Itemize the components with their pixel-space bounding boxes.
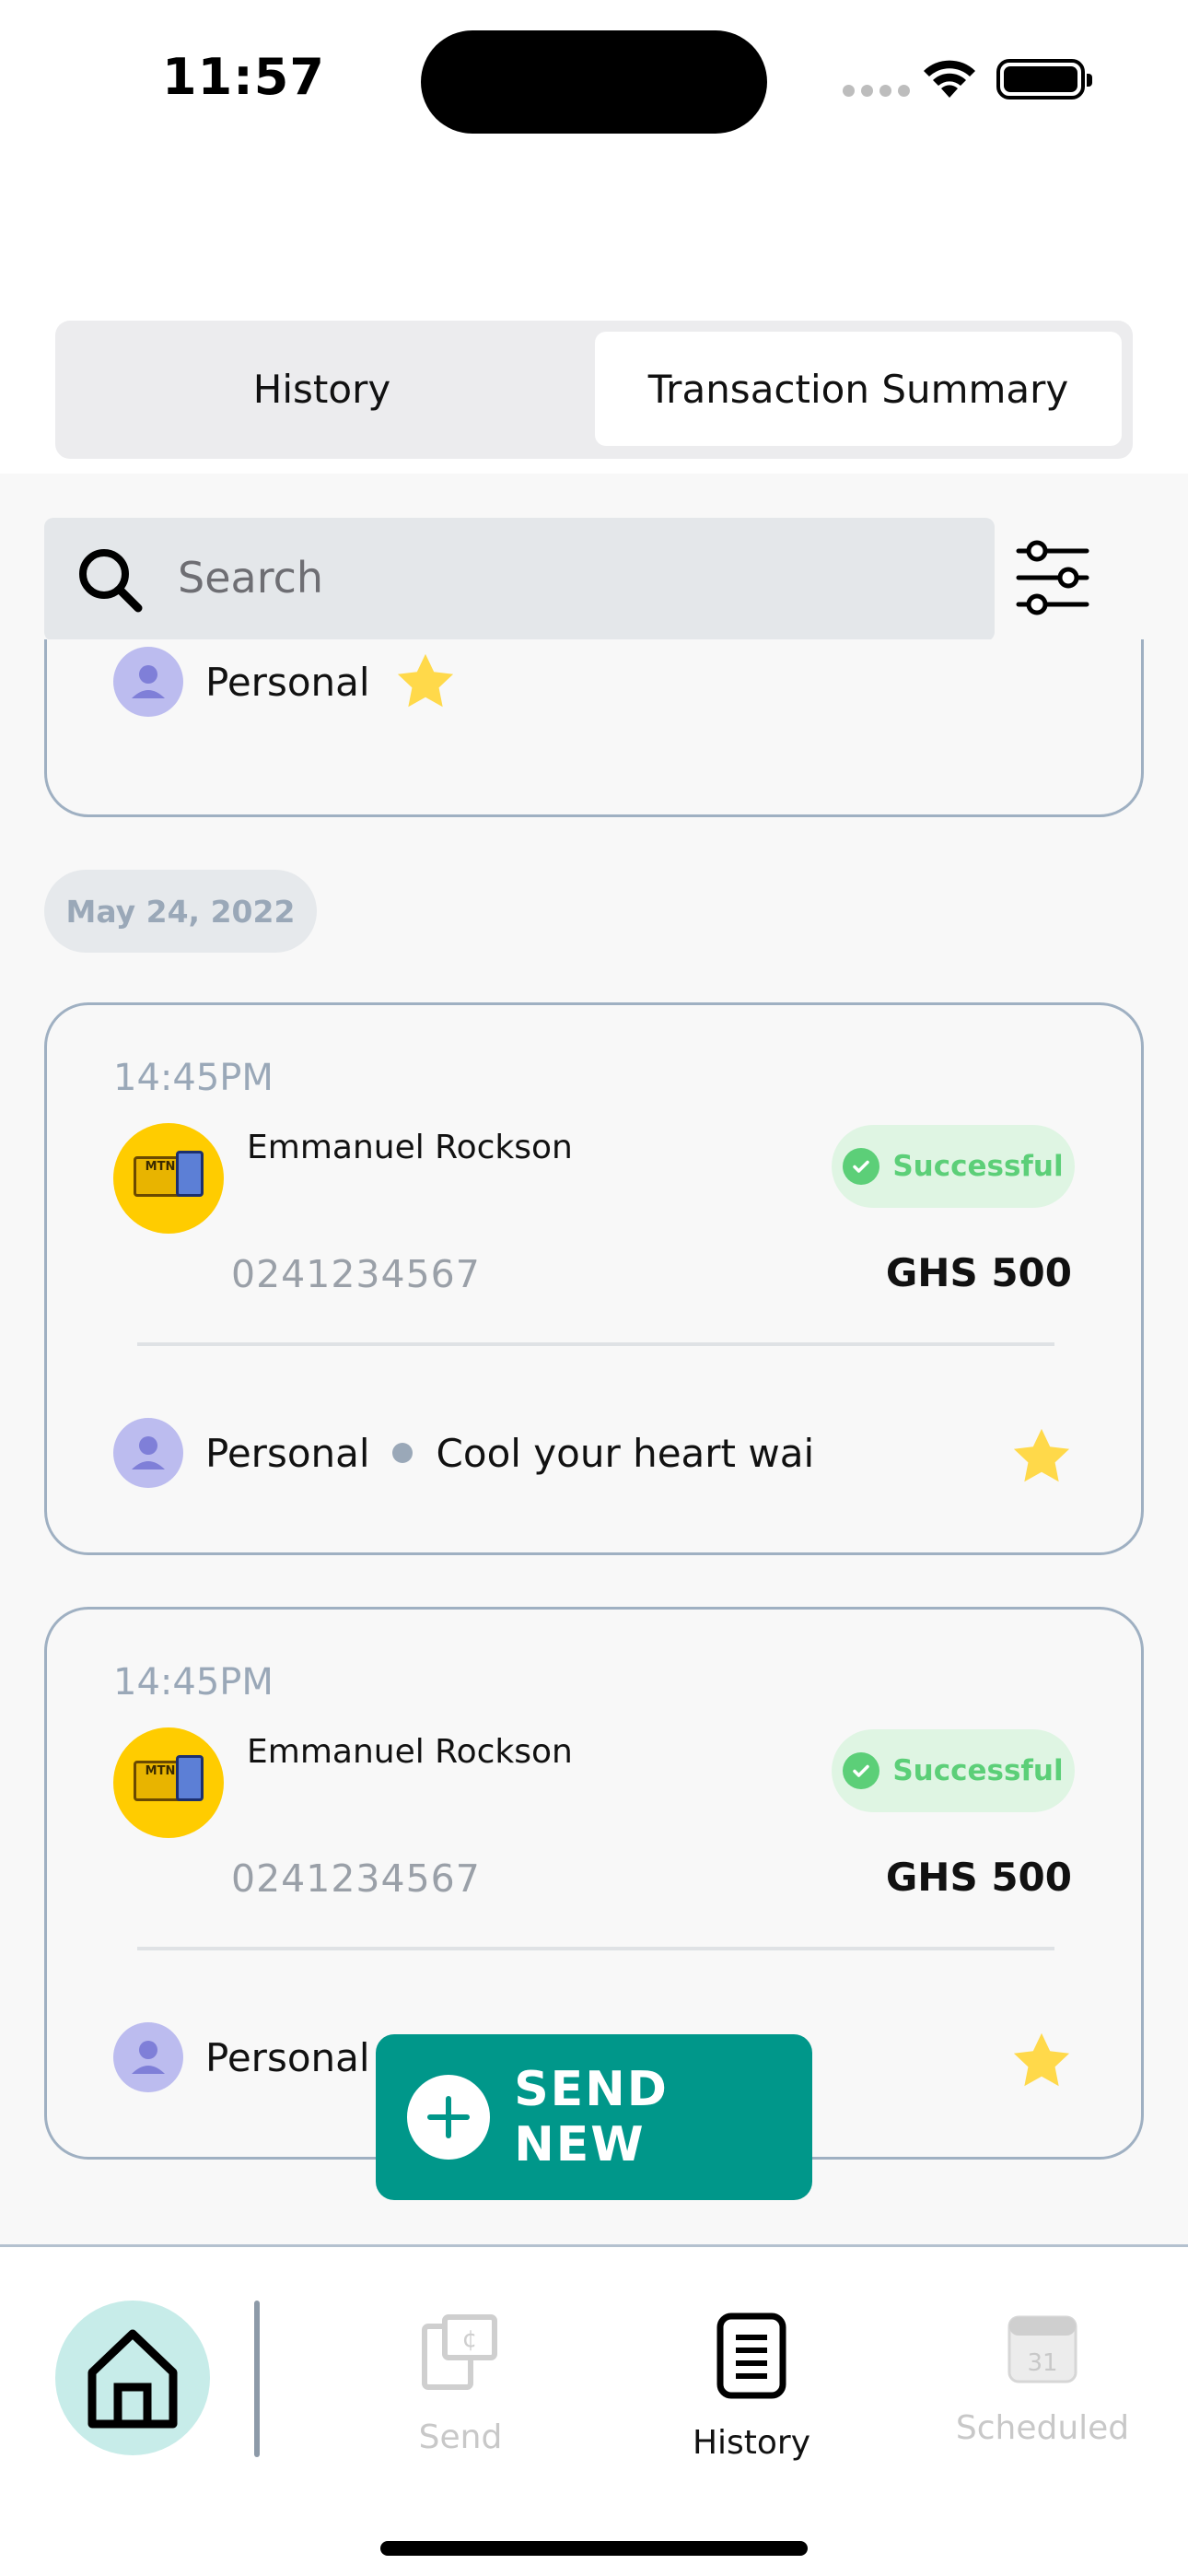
transaction-amount: GHS 500 xyxy=(885,1250,1072,1295)
battery-icon xyxy=(996,59,1092,100)
search-icon xyxy=(79,549,143,613)
transaction-amount: GHS 500 xyxy=(885,1855,1072,1900)
category-label: Personal xyxy=(205,659,370,705)
home-button[interactable] xyxy=(55,2301,210,2455)
check-icon xyxy=(843,1148,880,1185)
dynamic-island xyxy=(421,30,767,134)
card-footer: Personal xyxy=(113,2022,370,2092)
transaction-time: 14:45PM xyxy=(113,1661,274,1704)
recipient-name: Emmanuel Rockson xyxy=(247,1129,573,1166)
nav-item-send[interactable]: ¢ Send xyxy=(359,2312,562,2456)
divider xyxy=(137,1947,1054,1950)
search-input[interactable]: Search xyxy=(44,518,995,641)
recipient-phone: 0241234567 xyxy=(231,1252,481,1296)
svg-text:31: 31 xyxy=(1027,2349,1057,2377)
nav-item-scheduled[interactable]: 31 Scheduled xyxy=(941,2312,1144,2447)
status-bar: 11:57 xyxy=(0,0,1188,157)
status-label: Successful xyxy=(892,1150,1064,1183)
svg-text:¢: ¢ xyxy=(462,2325,478,2353)
status-time: 11:57 xyxy=(162,48,325,106)
search-placeholder: Search xyxy=(178,553,324,603)
transaction-time: 14:45PM xyxy=(113,1057,274,1099)
mtn-logo-icon: MTN xyxy=(113,1123,224,1234)
nav-item-history[interactable]: History xyxy=(650,2312,853,2462)
category-label: Personal xyxy=(205,1430,370,1476)
nav-label: History xyxy=(692,2424,811,2462)
transaction-note: Cool your heart wai xyxy=(436,1430,815,1476)
send-new-button[interactable]: SEND NEW xyxy=(376,2034,812,2200)
transaction-card[interactable]: 14:45PM MTN Emmanuel Rockson Successful … xyxy=(44,1002,1144,1555)
status-label: Successful xyxy=(892,1754,1064,1787)
separator-dot xyxy=(391,1443,413,1463)
nav-label: Scheduled xyxy=(955,2409,1130,2447)
calendar-icon: 31 xyxy=(1007,2315,1077,2383)
tab-history[interactable]: History xyxy=(66,332,577,446)
status-badge: Successful xyxy=(832,1729,1075,1812)
status-badge: Successful xyxy=(832,1125,1075,1208)
star-icon[interactable] xyxy=(390,647,460,717)
star-icon[interactable] xyxy=(1007,2026,1077,2096)
home-icon xyxy=(87,2329,178,2429)
segmented-control: History Transaction Summary xyxy=(55,321,1133,459)
tab-transaction-summary[interactable]: Transaction Summary xyxy=(595,332,1122,446)
nav-label: Send xyxy=(418,2418,503,2456)
wifi-icon xyxy=(924,60,975,98)
person-icon xyxy=(113,2022,183,2092)
nav-separator xyxy=(254,2301,260,2457)
send-new-label: SEND NEW xyxy=(514,2062,669,2172)
recipient-name: Emmanuel Rockson xyxy=(247,1733,573,1771)
transaction-list-area: Search Personal May 24, 2022 14:45PM MTN… xyxy=(0,474,1188,2244)
star-icon[interactable] xyxy=(1007,1422,1077,1492)
person-icon xyxy=(113,647,183,717)
home-indicator xyxy=(380,2541,808,2556)
card-footer: Personal xyxy=(113,647,460,717)
cellular-signal-icon xyxy=(843,85,910,97)
recipient-phone: 0241234567 xyxy=(231,1856,481,1901)
mtn-logo-icon: MTN xyxy=(113,1727,224,1838)
send-money-icon: ¢ xyxy=(422,2314,497,2390)
person-icon xyxy=(113,1418,183,1488)
filter-icon[interactable] xyxy=(1013,538,1092,617)
transaction-card[interactable]: Personal xyxy=(44,639,1144,817)
divider xyxy=(137,1342,1054,1346)
category-label: Personal xyxy=(205,2034,370,2080)
card-footer: Personal Cool your heart wai xyxy=(113,1418,814,1488)
plus-icon xyxy=(407,2075,491,2160)
bottom-navigation: ¢ Send History 31 Scheduled xyxy=(0,2244,1188,2576)
date-group-chip: May 24, 2022 xyxy=(44,870,317,953)
history-icon xyxy=(716,2313,786,2399)
check-icon xyxy=(843,1752,880,1789)
